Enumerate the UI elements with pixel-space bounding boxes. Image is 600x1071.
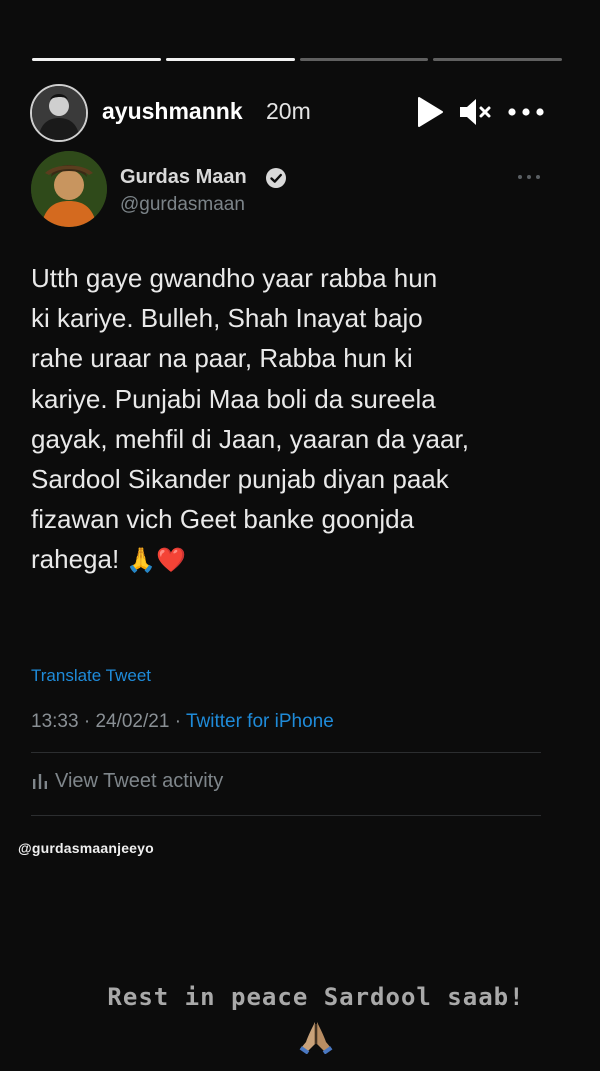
tweet-time: 13:33 — [31, 711, 79, 732]
tweet-end-emojis: 🙏❤️ — [126, 546, 187, 575]
progress-segment — [299, 58, 429, 61]
bar-chart-icon — [33, 774, 47, 789]
tweet-text-line: kariye. Punjabi Maa boli da sureela — [31, 383, 436, 414]
divider — [31, 752, 541, 753]
progress-segment — [433, 58, 562, 61]
tweet-text-line: rahega! — [31, 544, 120, 575]
tweet-text-line: Utth gaye gwandho yaar rabba hun — [31, 263, 438, 293]
story-timestamp: 20m — [266, 98, 311, 124]
tweet-author-handle[interactable]: @gurdasmaan — [120, 194, 245, 216]
tweet-text-line: ki kariye. Bulleh, Shah Inayat bajo — [31, 303, 423, 334]
tweet-text-line: gayak, mehfil di Jaan, yaaran da yaar, — [31, 423, 469, 454]
tweet-text: Utth gaye gwandho yaar rabba hun ki kari… — [31, 258, 551, 581]
tweet-author-avatar[interactable] — [31, 151, 107, 227]
tweet-text-line: Sardool Sikander punjab diyan paak — [31, 464, 449, 495]
tweet-text-line: rahe uraar na paar, Rabba hun ki — [31, 343, 413, 374]
tweet-text-line: fizawan vich Geet banke goonjda — [31, 504, 415, 535]
story-progress-bar — [32, 58, 562, 61]
progress-segment — [32, 58, 161, 61]
mention-sticker[interactable]: @gurdasmaanjeeyo — [18, 840, 154, 856]
tweet-meta: 13:33 · 24/02/21 · Twitter for iPhone — [31, 711, 334, 733]
story-avatar[interactable] — [30, 84, 88, 142]
play-icon[interactable] — [416, 96, 444, 128]
view-tweet-activity-label: View Tweet activity — [55, 770, 224, 792]
tweet-source-link[interactable]: Twitter for iPhone — [186, 711, 334, 732]
story-caption: Rest in peace Sardool saab! — [107, 983, 525, 1011]
meta-separator: · — [174, 711, 182, 732]
divider — [31, 815, 541, 816]
story-username[interactable]: ayushmannk — [102, 98, 243, 125]
tweet-date: 24/02/21 — [95, 711, 170, 732]
translate-tweet-link[interactable]: Translate Tweet — [31, 666, 151, 686]
progress-segment — [165, 58, 295, 61]
verified-badge-icon — [266, 168, 286, 188]
meta-separator: · — [83, 711, 91, 732]
view-tweet-activity-button[interactable]: View Tweet activity — [31, 770, 223, 793]
tweet-text-last-line: rahega! 🙏❤️ — [31, 539, 551, 580]
tweet-more-icon[interactable] — [516, 172, 542, 182]
mute-icon[interactable] — [458, 96, 492, 128]
story-header: ayushmannk 20m — [30, 82, 570, 142]
more-options-icon[interactable] — [506, 102, 546, 122]
tweet-author-name[interactable]: Gurdas Maan — [120, 166, 247, 189]
folded-hands-icon — [299, 1022, 333, 1054]
